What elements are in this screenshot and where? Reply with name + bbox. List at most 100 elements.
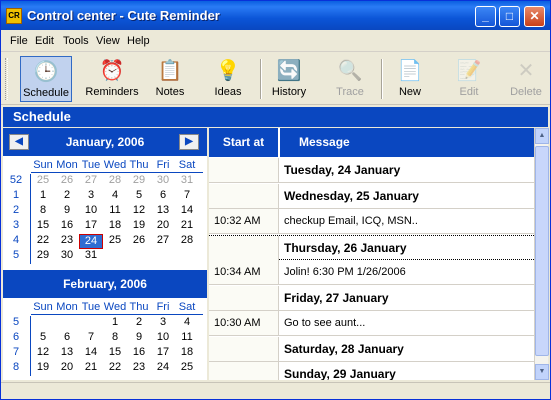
calendar-day[interactable]: 23 [55, 234, 79, 246]
calendar-day[interactable]: 17 [151, 346, 175, 358]
calendar-day[interactable]: 26 [127, 234, 151, 246]
calendar-day[interactable]: 16 [55, 219, 79, 231]
calendar-day[interactable]: 12 [31, 346, 55, 358]
calendar-day[interactable]: 4 [103, 189, 127, 201]
calendar-day[interactable]: 23 [127, 361, 151, 373]
calendar-day[interactable]: 1 [31, 189, 55, 201]
calendar-day[interactable]: 18 [103, 219, 127, 231]
next-month-button[interactable]: ▶ [179, 134, 199, 150]
vertical-scrollbar[interactable]: ▲ ▼ [534, 128, 549, 380]
maximize-button[interactable]: □ [499, 6, 520, 27]
calendar-day[interactable]: 27 [79, 174, 103, 186]
calendar-day[interactable]: 10 [151, 331, 175, 343]
toolbar-edit-button[interactable]: 📝 Edit [449, 56, 489, 102]
reminder-row[interactable]: 10:30 AM Go to see aunt... [209, 311, 534, 336]
calendar-day[interactable]: 26 [55, 174, 79, 186]
date-header-row[interactable]: Tuesday, 24 January [209, 158, 534, 183]
calendar-day[interactable]: 27 [151, 234, 175, 246]
date-header-row[interactable]: Saturday, 28 January [209, 336, 534, 362]
calendar-day[interactable]: 9 [55, 204, 79, 216]
calendar-day[interactable]: 3 [151, 316, 175, 328]
column-header-message[interactable]: Message [280, 128, 534, 157]
calendar-day[interactable]: 6 [151, 189, 175, 201]
calendar-day[interactable]: 19 [127, 219, 151, 231]
scroll-up-button[interactable]: ▲ [535, 128, 549, 144]
calendar-day[interactable]: 18 [175, 346, 199, 358]
calendar-day[interactable]: 15 [103, 346, 127, 358]
toolbar-notes-button[interactable]: 📋 Notes [148, 56, 192, 102]
calendar-day[interactable]: 16 [127, 346, 151, 358]
menu-view[interactable]: View [96, 35, 120, 47]
prev-month-button[interactable]: ◀ [9, 134, 29, 150]
calendar-day[interactable]: 19 [31, 361, 55, 373]
calendar-day[interactable]: 3 [79, 189, 103, 201]
calendar-day[interactable]: 31 [175, 174, 199, 186]
calendar-day[interactable]: 29 [31, 249, 55, 261]
new-document-icon: 📄 [397, 60, 423, 82]
calendar-day[interactable]: 22 [31, 234, 55, 246]
calendar-day[interactable]: 13 [55, 346, 79, 358]
calendar-day[interactable]: 22 [103, 361, 127, 373]
calendar-day[interactable]: 11 [175, 331, 199, 343]
calendar-day[interactable]: 30 [55, 249, 79, 261]
calendar-day[interactable]: 20 [151, 219, 175, 231]
calendar-day[interactable]: 24 [151, 361, 175, 373]
toolbar-grip[interactable] [5, 58, 8, 100]
calendar-day[interactable]: 1 [103, 316, 127, 328]
toolbar-delete-button[interactable]: ✕ Delete [506, 56, 546, 102]
calendar-day[interactable]: 12 [127, 204, 151, 216]
menu-help[interactable]: Help [127, 35, 150, 47]
reminder-row[interactable]: 10:34 AM Jolin! 6:30 PM 1/26/2006 [209, 260, 534, 285]
calendar-day[interactable]: 14 [79, 346, 103, 358]
scroll-thumb[interactable] [535, 146, 549, 356]
calendar-day[interactable]: 31 [79, 249, 103, 261]
calendar-day[interactable]: 30 [151, 174, 175, 186]
calendar-day[interactable]: 29 [127, 174, 151, 186]
calendar-day[interactable]: 8 [31, 204, 55, 216]
calendar-day[interactable]: 5 [31, 331, 55, 343]
calendar-day[interactable]: 9 [127, 331, 151, 343]
calendar-day[interactable]: 7 [79, 331, 103, 343]
title-bar[interactable]: CR Control center - Cute Reminder _ □ ✕ [1, 1, 550, 30]
date-header-row[interactable]: Thursday, 26 January [209, 234, 534, 260]
minimize-button[interactable]: _ [475, 6, 496, 27]
calendar-day[interactable]: 28 [175, 234, 199, 246]
calendar-day[interactable]: 2 [55, 189, 79, 201]
date-header-row[interactable]: Friday, 27 January [209, 285, 534, 311]
calendar-day[interactable]: 25 [103, 234, 127, 246]
toolbar-new-button[interactable]: 📄 New [390, 56, 430, 102]
calendar-day[interactable]: 25 [31, 174, 55, 186]
toolbar-trace-button[interactable]: 🔍 Trace [328, 56, 372, 102]
calendar-day[interactable]: 21 [79, 361, 103, 373]
calendar-day[interactable]: 15 [31, 219, 55, 231]
calendar-day[interactable]: 6 [55, 331, 79, 343]
close-button[interactable]: ✕ [524, 6, 545, 27]
calendar-day[interactable]: 5 [127, 189, 151, 201]
calendar-day[interactable]: 21 [175, 219, 199, 231]
calendar-day[interactable]: 2 [127, 316, 151, 328]
toolbar-reminders-button[interactable]: ⏰ Reminders [83, 56, 141, 102]
toolbar-ideas-button[interactable]: 💡 Ideas [206, 56, 250, 102]
calendar-day[interactable]: 28 [103, 174, 127, 186]
calendar-day[interactable]: 7 [175, 189, 199, 201]
calendar-day[interactable]: 4 [175, 316, 199, 328]
calendar-day[interactable]: 25 [175, 361, 199, 373]
toolbar-schedule-button[interactable]: 🕒 Schedule [20, 56, 72, 102]
reminder-row[interactable]: 10:32 AM checkup Email, ICQ, MSN.. [209, 209, 534, 234]
toolbar-history-button[interactable]: 🔄 History [265, 56, 313, 102]
calendar-day[interactable]: 11 [103, 204, 127, 216]
menu-file[interactable]: File [10, 35, 28, 47]
calendar-day-selected[interactable]: 24 [79, 234, 103, 249]
calendar-day[interactable]: 17 [79, 219, 103, 231]
calendar-day[interactable]: 8 [103, 331, 127, 343]
menu-edit[interactable]: Edit [35, 35, 54, 47]
scroll-down-button[interactable]: ▼ [535, 364, 549, 380]
column-header-start[interactable]: Start at [209, 128, 279, 157]
date-header-row[interactable]: Sunday, 29 January [209, 362, 534, 380]
calendar-day[interactable]: 14 [175, 204, 199, 216]
menu-tools[interactable]: Tools [63, 35, 89, 47]
calendar-day[interactable]: 10 [79, 204, 103, 216]
calendar-day[interactable]: 20 [55, 361, 79, 373]
calendar-day[interactable]: 13 [151, 204, 175, 216]
date-header-row[interactable]: Wednesday, 25 January [209, 183, 534, 209]
